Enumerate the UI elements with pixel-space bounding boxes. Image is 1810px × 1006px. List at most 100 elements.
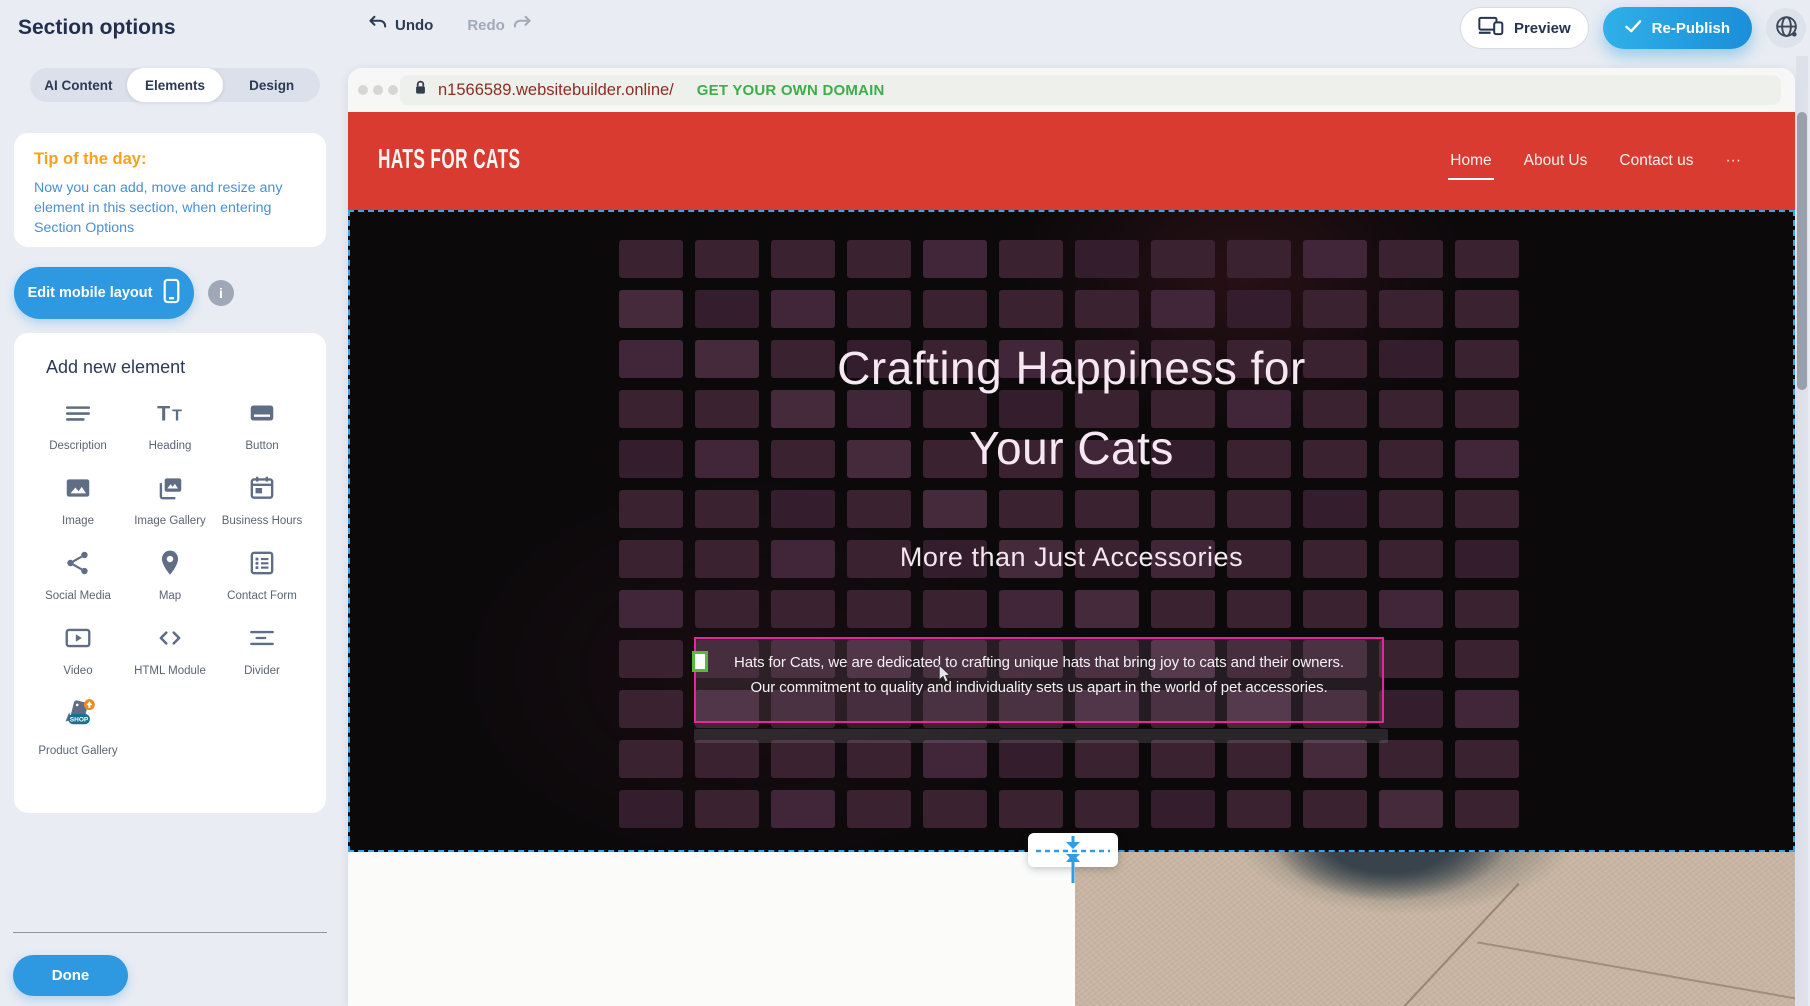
- sidebar-divider: [13, 932, 327, 933]
- element-label: Divider: [244, 664, 280, 678]
- divider-icon: [247, 623, 277, 658]
- element-item-video[interactable]: Video: [33, 623, 123, 678]
- element-item-map[interactable]: Map: [125, 548, 215, 603]
- hero-section-selected[interactable]: Crafting Happiness for Your Cats More th…: [348, 210, 1795, 852]
- info-icon[interactable]: i: [208, 280, 234, 306]
- hero-tile: [847, 590, 911, 628]
- site-header: HATS FOR CATS Home About Us Contact us ···: [348, 112, 1795, 210]
- hero-tile: [619, 490, 683, 528]
- element-item-image-gallery[interactable]: Image Gallery: [125, 473, 215, 528]
- republish-button[interactable]: Re-Publish: [1603, 7, 1752, 49]
- window-dots: [358, 85, 398, 95]
- hero-tile: [999, 590, 1063, 628]
- hero-tile: [1303, 590, 1367, 628]
- phone-icon: [163, 278, 180, 308]
- element-drag-handle[interactable]: [692, 651, 708, 672]
- tip-body: Now you can add, move and resize any ele…: [34, 178, 306, 238]
- element-item-divider[interactable]: Divider: [217, 623, 307, 678]
- hero-tile: [923, 240, 987, 278]
- section-resize-handle[interactable]: [1028, 833, 1118, 889]
- element-item-description[interactable]: Description: [33, 398, 123, 453]
- element-label: Social Media: [45, 589, 111, 603]
- tab-elements[interactable]: Elements: [127, 68, 224, 102]
- hero-tile: [771, 240, 835, 278]
- hero-subheading[interactable]: More than Just Accessories: [350, 542, 1793, 573]
- site-logo[interactable]: HATS FOR CATS: [378, 144, 520, 175]
- social-media-icon: [63, 548, 93, 583]
- hero-tile: [999, 240, 1063, 278]
- hero-tile: [1303, 790, 1367, 828]
- element-grid: Description TTHeadingButton ImageImage Gal…: [32, 398, 308, 758]
- history-controls: Undo Redo: [368, 15, 532, 35]
- edit-mobile-layout-button[interactable]: Edit mobile layout: [14, 267, 194, 319]
- hero-heading[interactable]: Crafting Happiness for Your Cats: [350, 328, 1793, 488]
- hero-tile: [1075, 490, 1139, 528]
- element-item-image[interactable]: Image: [33, 473, 123, 528]
- element-label: Description: [49, 439, 107, 453]
- hero-body-line1: Hats for Cats, we are dedicated to craft…: [696, 650, 1382, 675]
- republish-label: Re-Publish: [1652, 20, 1730, 37]
- hero-tile: [1151, 740, 1215, 778]
- hero-tile: [695, 290, 759, 328]
- done-button[interactable]: Done: [13, 955, 128, 996]
- element-label: Product Gallery: [38, 744, 117, 758]
- nav-item-contact-us[interactable]: Contact us: [1619, 152, 1693, 170]
- heading-icon: TT: [155, 398, 185, 433]
- check-icon: [1625, 20, 1642, 37]
- nav-item-home[interactable]: Home: [1450, 152, 1491, 170]
- hero-tile: [1151, 240, 1215, 278]
- hero-tile: [1379, 490, 1443, 528]
- redo-button[interactable]: Redo: [467, 15, 532, 35]
- address-bar[interactable]: n1566589.websitebuilder.online/ GET YOUR…: [400, 75, 1781, 105]
- hero-tile: [999, 290, 1063, 328]
- hero-tile: [1303, 490, 1367, 528]
- hero-text-element-selected[interactable]: Hats for Cats, we are dedicated to craft…: [694, 637, 1384, 723]
- hero-tile: [1379, 740, 1443, 778]
- element-item-social-media[interactable]: Social Media: [33, 548, 123, 603]
- element-item-heading[interactable]: TTHeading: [125, 398, 215, 453]
- description-icon: [63, 398, 93, 433]
- topbar-actions: Preview Re-Publish: [1460, 7, 1806, 49]
- preview-label: Preview: [1514, 20, 1571, 37]
- element-item-business-hours[interactable]: Business Hours: [217, 473, 307, 528]
- hero-tile: [847, 290, 911, 328]
- svg-text:T: T: [172, 407, 182, 425]
- element-item-html-module[interactable]: HTML Module: [125, 623, 215, 678]
- site-url: n1566589.websitebuilder.online/: [438, 81, 674, 100]
- hero-tile: [1379, 290, 1443, 328]
- undo-button[interactable]: Undo: [368, 15, 433, 35]
- button-icon: [247, 398, 277, 433]
- sidebar-tabs: AI ContentElementsDesign: [30, 68, 320, 102]
- hero-tile: [1151, 590, 1215, 628]
- element-item-button[interactable]: Button: [217, 398, 307, 453]
- element-item-product-gallery[interactable]: SHOPProduct Gallery: [33, 698, 123, 758]
- hero-tile: [1075, 740, 1139, 778]
- hero-tile: [1379, 240, 1443, 278]
- hero-tile: [999, 490, 1063, 528]
- hero-tile: [1227, 590, 1291, 628]
- preview-button[interactable]: Preview: [1460, 7, 1589, 49]
- hero-tile: [1151, 790, 1215, 828]
- hero-tile: [847, 240, 911, 278]
- svg-text:T: T: [157, 402, 170, 426]
- hero-tile: [923, 590, 987, 628]
- tab-design[interactable]: Design: [223, 68, 320, 102]
- mouse-cursor: [938, 664, 951, 689]
- tab-ai-content[interactable]: AI Content: [30, 68, 127, 102]
- nav-item-about-us[interactable]: About Us: [1524, 152, 1588, 170]
- hero-tile: [771, 490, 835, 528]
- hero-tile: [1075, 290, 1139, 328]
- get-domain-link[interactable]: GET YOUR OWN DOMAIN: [697, 82, 885, 99]
- hero-tile: [619, 690, 683, 728]
- image-icon: [63, 473, 93, 508]
- hero-tile: [847, 490, 911, 528]
- add-new-element-title: Add new element: [46, 357, 308, 378]
- hero-tile: [771, 790, 835, 828]
- page-scrollbar-thumb[interactable]: [1797, 112, 1807, 390]
- nav-item-more[interactable]: ···: [1726, 152, 1742, 170]
- hero-tile: [695, 790, 759, 828]
- hero-tile: [1227, 740, 1291, 778]
- element-item-contact-form[interactable]: Contact Form: [217, 548, 307, 603]
- language-globe-button[interactable]: [1766, 8, 1806, 48]
- edit-mobile-label: Edit mobile layout: [28, 285, 153, 301]
